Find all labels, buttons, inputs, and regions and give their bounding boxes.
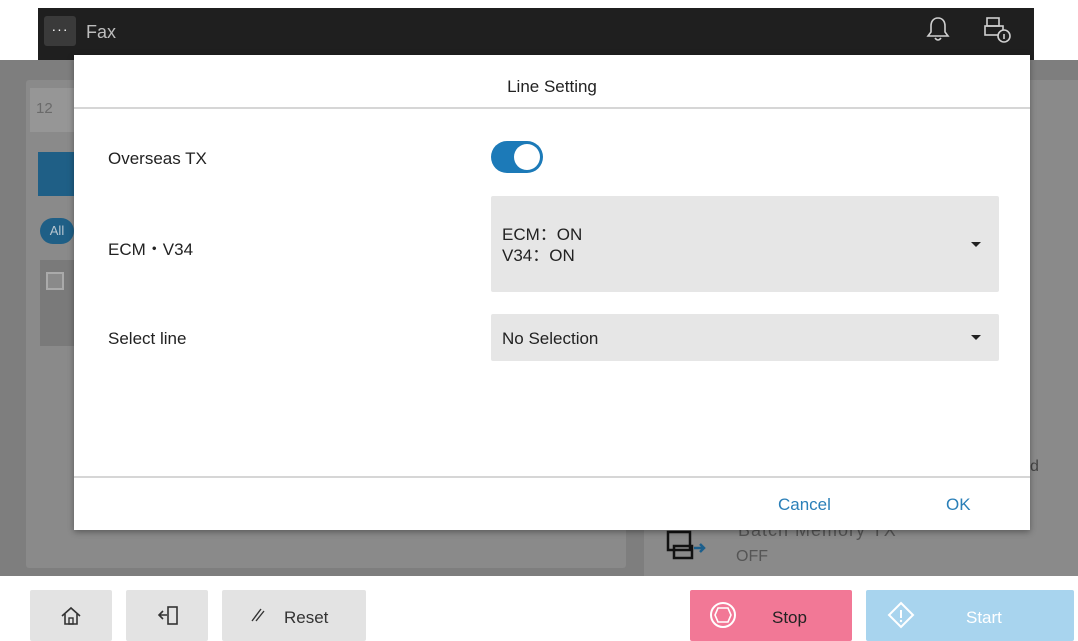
reset-icon xyxy=(251,608,265,622)
home-button[interactable] xyxy=(30,590,112,641)
logout-button[interactable] xyxy=(126,590,208,641)
reset-button[interactable]: Reset xyxy=(222,590,366,641)
title-divider xyxy=(74,107,1030,109)
overseas-tx-label: Overseas TX xyxy=(108,149,207,168)
tab-all: All xyxy=(40,218,74,244)
logout-icon xyxy=(157,606,178,625)
setting-label-fragment: d xyxy=(1030,458,1039,475)
ecm-v34-select[interactable]: ECM：ON V34：ON xyxy=(491,196,999,292)
select-line-dropdown[interactable]: No Selection xyxy=(491,314,999,361)
batch-memory-icon xyxy=(664,526,710,564)
batch-memory-value: OFF xyxy=(736,548,768,565)
reset-label: Reset xyxy=(284,608,329,627)
overseas-tx-toggle[interactable] xyxy=(491,141,543,173)
select-line-label: Select line xyxy=(108,329,187,348)
device-info-icon xyxy=(984,17,1011,43)
dialog-title: Line Setting xyxy=(507,77,597,96)
top-bar-inner xyxy=(38,8,1034,60)
cancel-button[interactable]: Cancel xyxy=(778,495,831,515)
stop-icon xyxy=(710,602,736,628)
line-setting-dialog: Line Setting Overseas TX ECM・V34 ECM：ON … xyxy=(74,55,1030,530)
ellipsis-icon: ··· xyxy=(51,21,69,37)
start-label: Start xyxy=(966,608,1002,627)
stop-label: Stop xyxy=(772,608,807,627)
ecm-v34-label: ECM・V34 xyxy=(108,240,194,259)
start-button[interactable]: Start xyxy=(866,590,1074,641)
device-info-button[interactable] xyxy=(980,12,1014,46)
chevron-down-icon xyxy=(971,242,981,247)
footer-divider xyxy=(74,476,1030,478)
menu-button[interactable]: ··· xyxy=(44,16,76,46)
list-checkbox xyxy=(46,272,64,290)
start-icon xyxy=(887,601,915,629)
chevron-down-icon xyxy=(971,335,981,340)
v34-value: V34：ON xyxy=(502,246,575,265)
ecm-value: ECM：ON xyxy=(502,225,583,244)
ok-button[interactable]: OK xyxy=(946,495,971,515)
stop-button[interactable]: Stop xyxy=(690,590,852,641)
home-icon xyxy=(61,606,81,625)
bell-icon xyxy=(926,17,950,41)
app-title: Fax xyxy=(86,22,117,42)
notification-button[interactable] xyxy=(924,14,952,44)
toggle-knob xyxy=(514,144,540,170)
top-bar xyxy=(0,0,1078,60)
select-line-value: No Selection xyxy=(502,329,599,348)
